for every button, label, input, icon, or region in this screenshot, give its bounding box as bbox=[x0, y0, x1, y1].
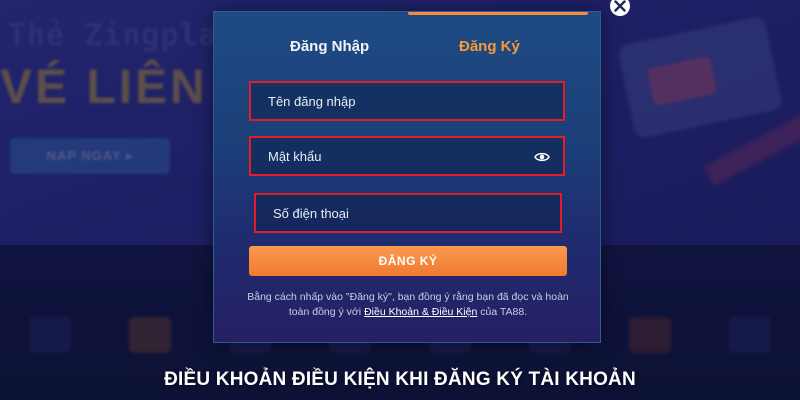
active-tab-indicator bbox=[408, 12, 588, 15]
page-caption: ĐIỀU KHOẢN ĐIỀU KIỆN KHI ĐĂNG KÝ TÀI KHO… bbox=[164, 369, 636, 390]
register-modal: Đăng Nhập Đăng Ký ĐĂNG KÝ Bằng cách nhấp… bbox=[213, 11, 601, 343]
terms-notice: Bằng cách nhấp vào "Đăng ký", bạn đồng ý… bbox=[236, 290, 580, 320]
phone-input[interactable] bbox=[256, 195, 560, 231]
username-field bbox=[249, 81, 565, 121]
terms-text-suffix: của TA88. bbox=[477, 306, 528, 318]
tab-register[interactable]: Đăng Ký bbox=[459, 38, 520, 58]
password-input[interactable] bbox=[251, 138, 563, 174]
tab-login[interactable]: Đăng Nhập bbox=[290, 38, 369, 58]
close-icon bbox=[610, 0, 630, 16]
username-input[interactable] bbox=[251, 83, 563, 119]
phone-field bbox=[254, 193, 562, 233]
register-button[interactable]: ĐĂNG KÝ bbox=[249, 246, 567, 276]
eye-icon[interactable] bbox=[534, 151, 550, 163]
password-field bbox=[249, 136, 565, 176]
terms-link[interactable]: Điều Khoản & Điều Kiện bbox=[364, 306, 477, 318]
close-button[interactable] bbox=[608, 0, 632, 18]
